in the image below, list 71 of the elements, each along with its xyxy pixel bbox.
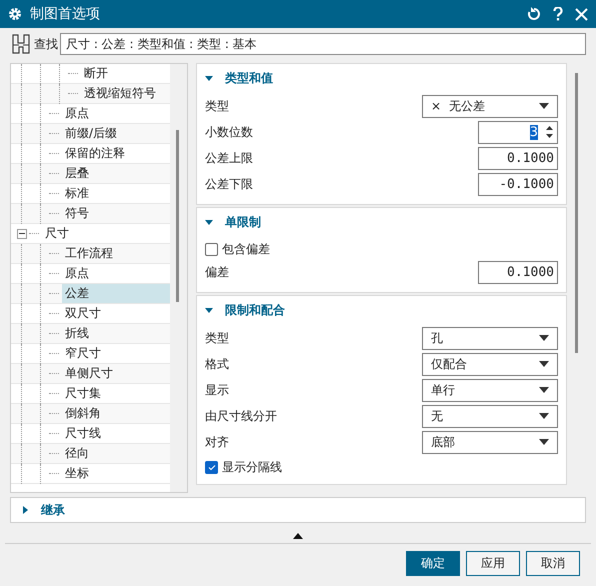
tree-item[interactable]: 层叠 [62, 164, 92, 183]
section-title[interactable]: 限制和配合 [225, 302, 285, 318]
checkbox[interactable] [205, 242, 218, 256]
collapse-arrow-icon[interactable] [205, 218, 213, 226]
caret-icon [539, 387, 549, 393]
field-label: 小数位数 [205, 124, 253, 140]
dropdown[interactable]: × 无公差 [422, 94, 558, 118]
number-field[interactable]: 0.1000 [478, 260, 558, 284]
tree-item[interactable]: 公差 [62, 284, 170, 303]
ok-button[interactable]: 确定 [406, 551, 460, 576]
scrollbar-thumb[interactable] [575, 73, 578, 353]
caret-icon [539, 413, 549, 419]
caret-icon [539, 103, 549, 109]
tree-item[interactable]: 符号 [62, 204, 92, 223]
check-icon [208, 464, 216, 470]
close-icon[interactable] [575, 8, 588, 20]
caret-icon [539, 361, 549, 367]
tree-item[interactable]: 保留的注释 [62, 144, 128, 163]
dropdown[interactable]: 底部 [422, 430, 558, 454]
dropdown[interactable]: 仅配合 [422, 352, 558, 376]
scrollbar-thumb[interactable] [176, 130, 179, 302]
field-label: 由尺寸线分开 [205, 408, 277, 424]
checkbox-label: 显示分隔线 [222, 458, 282, 476]
collapse-arrow-icon[interactable] [205, 74, 213, 82]
collapse-arrow-icon[interactable] [205, 306, 213, 314]
dropdown[interactable]: 孔 [422, 326, 558, 350]
tree-item[interactable]: 窄尺寸 [62, 344, 104, 363]
tree-item[interactable]: 原点 [62, 264, 92, 283]
gear-icon [8, 7, 22, 21]
tree-item[interactable]: 折线 [62, 324, 92, 343]
help-icon[interactable] [553, 7, 563, 21]
spinner-field[interactable]: 3 [478, 120, 558, 144]
dropdown[interactable]: 单行 [422, 378, 558, 402]
search-field[interactable]: 尺寸 : 公差 : 类型和值 : 类型 : 基本 [60, 33, 586, 55]
tree-item[interactable]: 尺寸线 [62, 424, 104, 443]
spin-arrows-icon[interactable] [546, 125, 553, 139]
section-title[interactable]: 继承 [41, 502, 65, 518]
tree-item[interactable]: 断开 [81, 64, 111, 83]
dropdown[interactable]: 无 [422, 404, 558, 428]
tree-item[interactable]: 尺寸集 [62, 384, 104, 403]
field-label: 公差上限 [205, 150, 253, 166]
expand-arrow-icon[interactable] [21, 506, 29, 514]
tree-item[interactable]: 坐标 [62, 464, 92, 483]
dialog-button[interactable]: 取消 [526, 551, 580, 576]
tree-item[interactable]: 径向 [62, 444, 92, 463]
field-label: 类型 [205, 330, 229, 346]
tree-item[interactable]: 双尺寸 [62, 304, 104, 323]
caret-icon [539, 439, 549, 445]
collapse-icon[interactable] [17, 228, 27, 238]
field-label: 类型 [205, 98, 229, 114]
reset-icon[interactable] [527, 7, 541, 21]
section-title[interactable]: 类型和值 [225, 70, 273, 86]
number-field[interactable]: 0.1000 [478, 146, 558, 170]
field-label: 显示 [205, 382, 229, 398]
number-field[interactable]: -0.1000 [478, 172, 558, 196]
field-label: 偏差 [205, 264, 229, 280]
checkbox-label: 包含偏差 [222, 240, 270, 258]
field-label: 对齐 [205, 434, 229, 450]
tree-item[interactable]: 标准 [62, 184, 92, 203]
collapse-up-icon[interactable] [293, 533, 303, 539]
checkbox[interactable] [205, 460, 218, 474]
search-label: 查找 [34, 36, 58, 52]
window-title: 制图首选项 [30, 5, 101, 23]
field-label: 格式 [205, 356, 229, 372]
field-label: 公差下限 [205, 176, 253, 192]
tree-item[interactable]: 尺寸 [42, 224, 72, 243]
tree-item[interactable]: 原点 [62, 104, 92, 123]
x-icon: × [431, 99, 442, 113]
section-title[interactable]: 单限制 [225, 214, 261, 230]
dialog-button[interactable]: 应用 [466, 551, 520, 576]
caret-icon [539, 335, 549, 341]
